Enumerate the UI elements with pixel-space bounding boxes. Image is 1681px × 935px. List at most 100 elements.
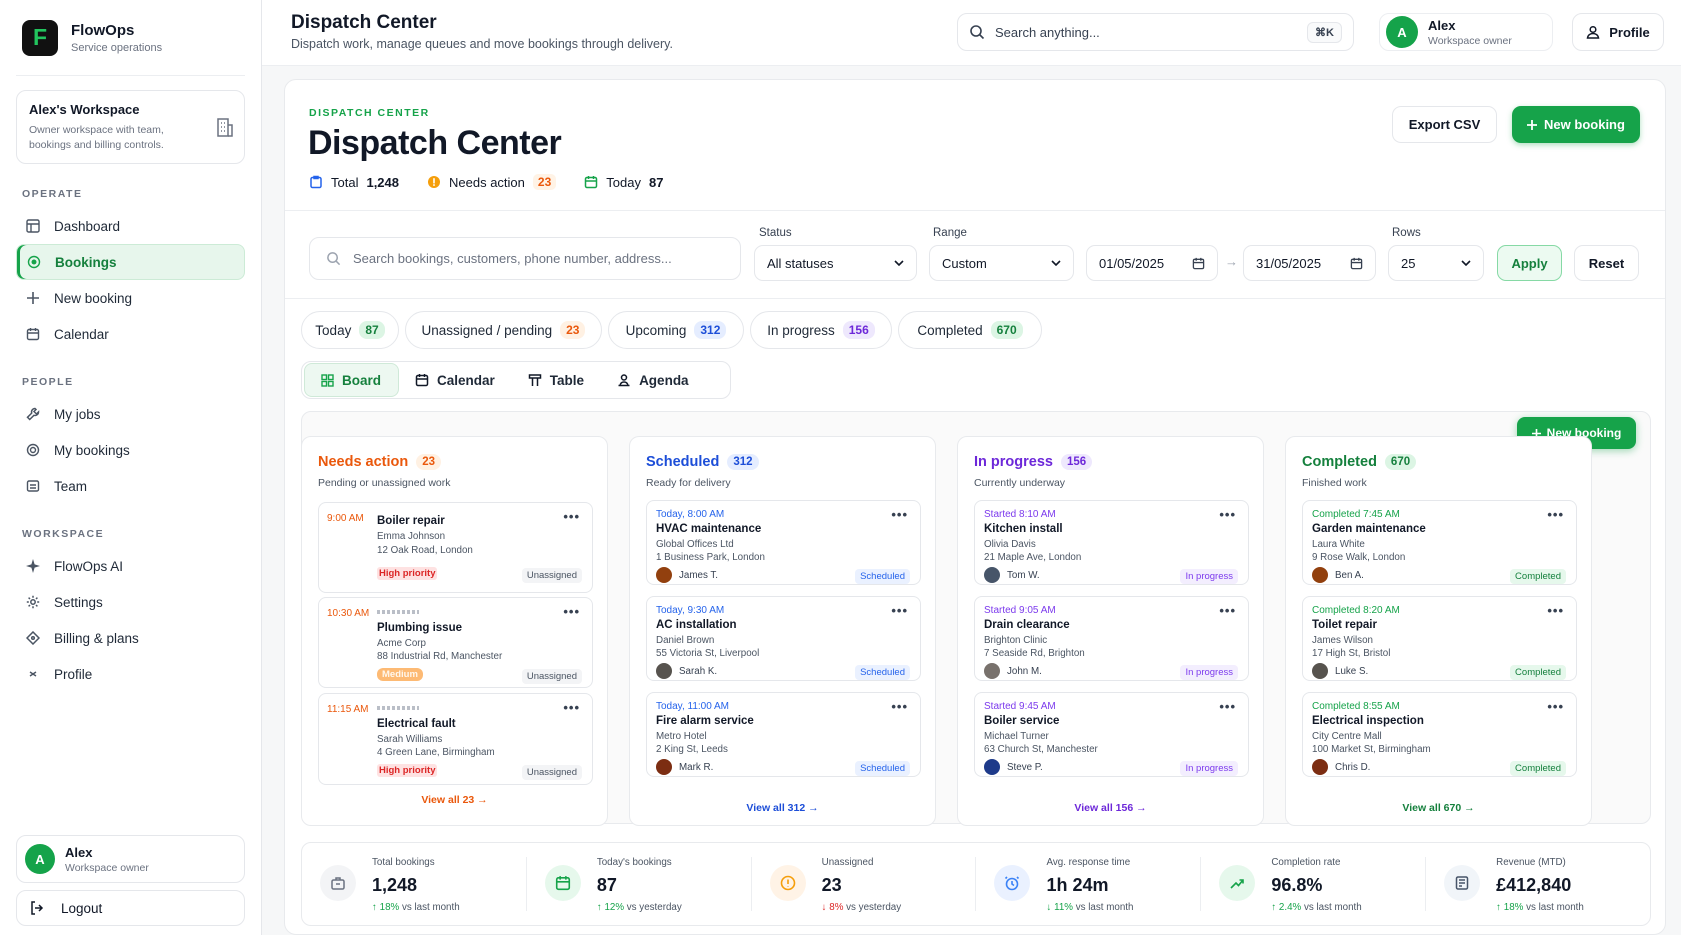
user-role: Workspace owner bbox=[1428, 34, 1512, 47]
booking-address: 1 Business Park, London bbox=[656, 552, 765, 563]
booking-card[interactable]: 9:00 AM Boiler repair Emma Johnson 12 Oa… bbox=[318, 502, 593, 593]
global-search-input[interactable]: Search anything... ⌘K bbox=[957, 13, 1354, 51]
workspace-title: Alex's Workspace bbox=[29, 102, 140, 117]
sidebar-item-label: My jobs bbox=[54, 406, 101, 422]
more-options-icon[interactable]: ••• bbox=[563, 700, 580, 715]
building-icon bbox=[216, 117, 234, 137]
brand: F FlowOps Service operations bbox=[16, 0, 245, 76]
profile-button[interactable]: Profile bbox=[1572, 13, 1664, 51]
booking-customer: Daniel Brown bbox=[656, 635, 715, 646]
booking-card[interactable]: 10:30 AM Plumbing issue Acme Corp 88 Ind… bbox=[318, 597, 593, 688]
sidebar-item-flowops-ai[interactable]: FlowOps AI bbox=[16, 548, 245, 584]
apply-button[interactable]: Apply bbox=[1497, 245, 1562, 281]
booking-title: Drain clearance bbox=[984, 619, 1070, 631]
date-from-input[interactable]: 01/05/2025 bbox=[1086, 245, 1218, 281]
more-options-icon[interactable]: ••• bbox=[1219, 507, 1236, 522]
booking-card[interactable]: Today, 8:00 AM HVAC maintenance Global O… bbox=[646, 500, 921, 585]
sidebar-item-label: Bookings bbox=[55, 254, 117, 270]
board-column-in-progress: In progress 156 Currently underway Start… bbox=[957, 436, 1264, 826]
more-options-icon[interactable]: ••• bbox=[891, 507, 908, 522]
quick-filter-in-progress[interactable]: In progress 156 bbox=[750, 311, 892, 349]
more-options-icon[interactable]: ••• bbox=[891, 699, 908, 714]
more-options-icon[interactable]: ••• bbox=[1547, 699, 1564, 714]
booking-customer: James Wilson bbox=[1312, 635, 1373, 646]
profile-label: Profile bbox=[1609, 24, 1650, 40]
more-options-icon[interactable]: ••• bbox=[891, 603, 908, 618]
booking-card[interactable]: Started 9:05 AM Drain clearance Brighton… bbox=[974, 596, 1249, 681]
range-select[interactable]: Custom bbox=[929, 245, 1074, 281]
column-header: Needs action 23 bbox=[318, 454, 442, 470]
quick-filter-upcoming[interactable]: Upcoming 312 bbox=[608, 311, 744, 349]
tab-table[interactable]: Table bbox=[512, 363, 601, 397]
sidebar-item-settings[interactable]: Settings bbox=[16, 584, 245, 620]
rows-select[interactable]: 25 bbox=[1388, 245, 1484, 281]
status-select[interactable]: All statuses bbox=[754, 245, 917, 281]
booking-card[interactable]: Started 8:10 AM Kitchen install Olivia D… bbox=[974, 500, 1249, 585]
sidebar-item-new-booking[interactable]: New booking bbox=[16, 280, 245, 316]
booking-card[interactable]: Completed 8:20 AM Toilet repair James Wi… bbox=[1302, 596, 1577, 681]
search-icon bbox=[326, 251, 341, 266]
assignee: Luke S. bbox=[1312, 663, 1368, 679]
workspace-description: Owner workspace with team, bookings and … bbox=[29, 124, 164, 151]
delta-text: vs yesterday bbox=[624, 902, 682, 913]
tab-agenda[interactable]: Agenda bbox=[601, 363, 706, 397]
assignee-name: Ben A. bbox=[1335, 569, 1364, 581]
calendar-icon bbox=[1350, 257, 1363, 270]
more-options-icon[interactable]: ••• bbox=[1219, 603, 1236, 618]
quick-filter-unassigned[interactable]: Unassigned / pending 23 bbox=[405, 311, 602, 349]
topbar-user-menu[interactable]: A Alex Workspace owner bbox=[1379, 13, 1553, 51]
view-all-link[interactable]: View all 670 → bbox=[1286, 802, 1591, 814]
column-subtitle: Currently underway bbox=[974, 477, 1066, 489]
summary-delta: ↑ 18% vs last month bbox=[372, 902, 460, 913]
booking-card[interactable]: Today, 9:30 AM AC installation Daniel Br… bbox=[646, 596, 921, 681]
booking-card[interactable]: 11:15 AM Electrical fault Sarah Williams… bbox=[318, 693, 593, 785]
booking-card[interactable]: Today, 11:00 AM Fire alarm service Metro… bbox=[646, 692, 921, 777]
view-all-link[interactable]: View all 156 → bbox=[958, 802, 1263, 814]
view-all-link[interactable]: View all 23 → bbox=[302, 794, 607, 806]
target-icon bbox=[26, 443, 40, 457]
sidebar-item-team[interactable]: Team bbox=[16, 468, 245, 504]
sidebar-item-label: Billing & plans bbox=[54, 630, 139, 646]
stat-total: Total 1,248 bbox=[309, 175, 399, 190]
sidebar-item-bookings[interactable]: Bookings bbox=[16, 244, 245, 280]
status-badge: Scheduled bbox=[855, 569, 910, 584]
booking-time: 10:30 AM bbox=[327, 608, 370, 619]
sidebar-item-dashboard[interactable]: Dashboard bbox=[16, 208, 245, 244]
export-csv-button[interactable]: Export CSV bbox=[1392, 106, 1497, 143]
more-options-icon[interactable]: ••• bbox=[1547, 507, 1564, 522]
quick-filter-today[interactable]: Today 87 bbox=[301, 311, 399, 349]
clipboard-icon bbox=[309, 175, 323, 189]
sidebar-item-my-jobs[interactable]: My jobs bbox=[16, 396, 245, 432]
arrow-right-icon: → bbox=[1225, 254, 1238, 269]
delta-text: vs last month bbox=[1073, 902, 1134, 913]
more-options-icon[interactable]: ••• bbox=[563, 509, 580, 524]
more-options-icon[interactable]: ••• bbox=[1219, 699, 1236, 714]
reset-button[interactable]: Reset bbox=[1574, 245, 1639, 281]
booking-card[interactable]: Started 9:45 AM Boiler service Michael T… bbox=[974, 692, 1249, 777]
tag-icon bbox=[26, 631, 40, 645]
priority-badge: High priority bbox=[377, 567, 438, 580]
quick-filter-completed[interactable]: Completed 670 bbox=[898, 311, 1042, 349]
date-to-input[interactable]: 31/05/2025 bbox=[1243, 245, 1376, 281]
more-options-icon[interactable]: ••• bbox=[563, 604, 580, 619]
view-all-link[interactable]: View all 312 → bbox=[630, 802, 935, 814]
booking-customer: Global Offices Ltd bbox=[656, 539, 734, 550]
tab-calendar[interactable]: Calendar bbox=[399, 363, 512, 397]
sidebar-user-card[interactable]: A Alex Workspace owner bbox=[16, 835, 245, 883]
booking-card[interactable]: Completed 7:45 AM Garden maintenance Lau… bbox=[1302, 500, 1577, 585]
new-booking-button[interactable]: New booking bbox=[1512, 106, 1640, 143]
range-label: Range bbox=[933, 227, 967, 239]
booking-address: 63 Church St, Manchester bbox=[984, 744, 1098, 755]
booking-search-input[interactable]: Search bookings, customers, phone number… bbox=[309, 237, 741, 280]
sidebar-item-billing[interactable]: Billing & plans bbox=[16, 620, 245, 656]
sidebar-item-my-bookings[interactable]: My bookings bbox=[16, 432, 245, 468]
tab-board[interactable]: Board bbox=[304, 363, 400, 397]
sidebar-item-calendar[interactable]: Calendar bbox=[16, 316, 245, 352]
more-options-icon[interactable]: ••• bbox=[1547, 603, 1564, 618]
sparkle-icon bbox=[26, 559, 40, 573]
booking-card[interactable]: Completed 8:55 AM Electrical inspection … bbox=[1302, 692, 1577, 777]
logout-button[interactable]: Logout bbox=[16, 890, 245, 926]
workspace-card[interactable]: Alex's Workspace Owner workspace with te… bbox=[16, 90, 245, 164]
sidebar-item-profile[interactable]: Profile bbox=[16, 656, 245, 692]
status-badge: Unassigned bbox=[521, 669, 582, 684]
